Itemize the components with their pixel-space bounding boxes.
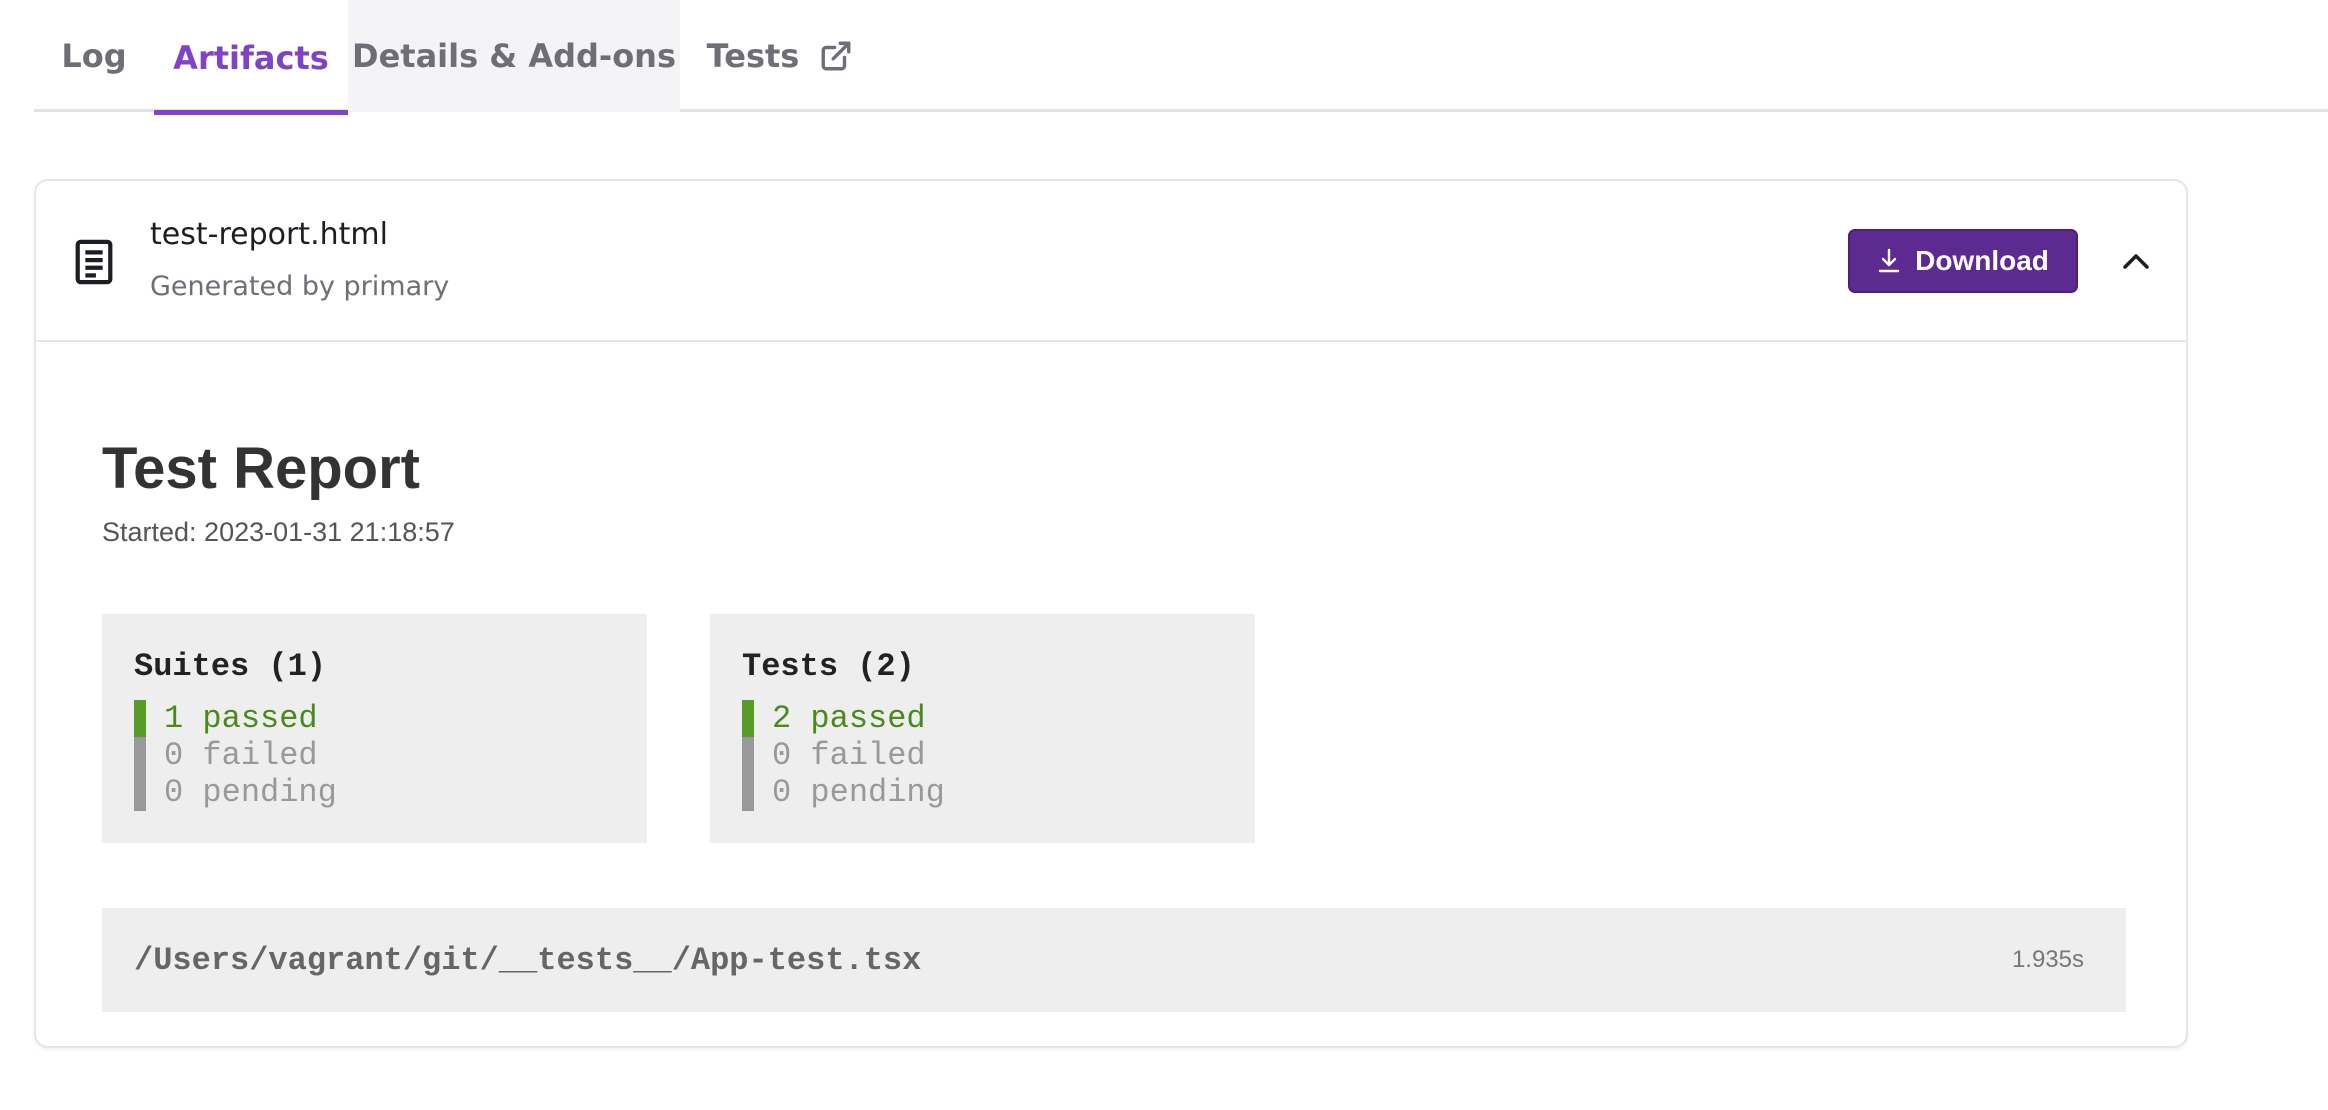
artifact-name: test-report.html: [150, 217, 388, 252]
download-icon: [1878, 248, 1900, 273]
tab-artifacts[interactable]: Artifacts: [154, 0, 348, 115]
collapse-button[interactable]: [2116, 241, 2156, 281]
suites-failed: 0 failed: [134, 737, 534, 774]
suites-summary: Suites (1) 1 passed 0 failed 0 pending: [102, 614, 647, 843]
tab-log[interactable]: Log: [34, 0, 154, 112]
report-title: Test Report: [102, 436, 420, 501]
tab-tests-label: Tests: [706, 37, 800, 75]
tests-failed: 0 failed: [742, 737, 1142, 774]
download-label: Download: [1915, 245, 2049, 276]
chevron-up-icon: [2123, 254, 2149, 269]
report-started: Started: 2023-01-31 21:18:57: [102, 517, 455, 547]
tab-log-label: Log: [61, 37, 127, 75]
suites-passed: 1 passed: [134, 700, 534, 737]
download-button[interactable]: Download: [1848, 229, 2078, 293]
tab-bar: Log Artifacts Details & Add-ons Tests: [34, 0, 2328, 115]
artifact-header: test-report.html Generated by primary Do…: [36, 181, 2186, 342]
test-file-duration: 1.935s: [2011, 946, 2084, 973]
artifact-subtitle: Generated by primary: [150, 271, 450, 302]
tests-passed: 2 passed: [742, 700, 1142, 737]
artifact-card: test-report.html Generated by primary Do…: [34, 179, 2188, 1048]
tab-artifacts-label: Artifacts: [173, 38, 329, 77]
tests-summary: Tests (2) 2 passed 0 failed 0 pending: [710, 614, 1255, 843]
tab-details-label: Details & Add-ons: [352, 37, 676, 75]
suites-pending: 0 pending: [134, 774, 534, 811]
test-file-path: /Users/vagrant/git/__tests__/App-test.ts…: [134, 942, 922, 979]
document-icon: [75, 239, 113, 285]
test-file-row[interactable]: /Users/vagrant/git/__tests__/App-test.ts…: [102, 908, 2126, 1012]
external-link-icon: [821, 41, 851, 71]
tests-heading: Tests (2): [742, 648, 915, 685]
tests-pending: 0 pending: [742, 774, 1142, 811]
tab-details-addons[interactable]: Details & Add-ons: [348, 0, 680, 112]
suites-heading: Suites (1): [134, 648, 327, 685]
tab-tests[interactable]: Tests: [680, 0, 880, 112]
